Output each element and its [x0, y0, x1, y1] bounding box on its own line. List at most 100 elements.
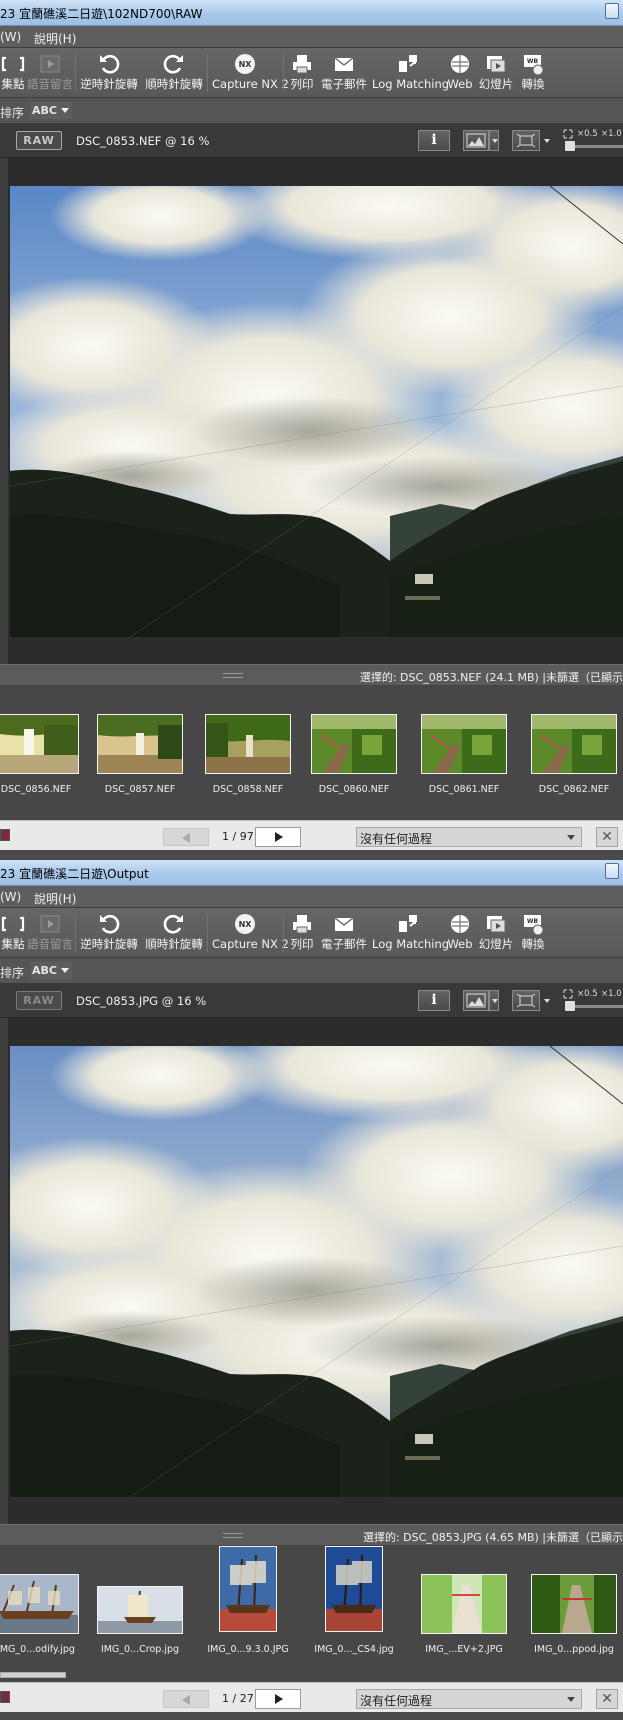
bracket-icon	[1, 912, 25, 936]
toolbar-button-capture-nx[interactable]: NX Capture NX 2	[212, 52, 289, 96]
previous-button[interactable]	[163, 828, 209, 846]
zoom-thumb[interactable]	[565, 1001, 575, 1011]
close-filmstrip-button[interactable]: ✕	[596, 1689, 618, 1709]
rotate-ccw-icon	[97, 912, 121, 936]
toolbar-button-label: 轉換	[521, 77, 545, 91]
toolbar: 集點 語音留言 逆時針旋轉 順時針旋轉 NX Capture NX 2 列印 電…	[0, 908, 623, 958]
toolbar-button-envelope[interactable]: 電子郵件	[318, 52, 370, 96]
info-button[interactable]: i	[418, 130, 450, 151]
thumbnail-image	[0, 1574, 79, 1634]
toolbar-button-web[interactable]: Web	[446, 912, 474, 956]
toolbar-button-capture-nx[interactable]: NX Capture NX 2	[212, 912, 289, 956]
filter-select[interactable]: 沒有任何過程	[356, 827, 582, 847]
arrow-left-icon	[182, 1695, 190, 1705]
toolbar-button-label: 逆時針旋轉	[80, 937, 138, 951]
menu-item-help[interactable]: 說明(H)	[34, 890, 76, 907]
fit-to-screen-button[interactable]	[512, 130, 540, 151]
rotate-ccw-icon	[97, 52, 121, 76]
image-viewer[interactable]	[8, 158, 623, 664]
thumbnail[interactable]: IMG_0...ppod.jpg	[524, 1574, 623, 1655]
selection-status: 選擇的: DSC_0853.NEF (24.1 MB) |未篩選（已顯示	[359, 671, 623, 684]
histogram-dropdown[interactable]	[489, 990, 499, 1011]
histogram-dropdown[interactable]	[489, 130, 499, 151]
next-button[interactable]	[255, 1689, 301, 1709]
zoom-label-min: ×0.5	[577, 129, 598, 139]
svg-text:WB: WB	[527, 918, 539, 925]
toolbar-button-convert[interactable]: WB 轉換	[518, 912, 548, 956]
toolbar-separator	[75, 914, 76, 952]
label-icon[interactable]	[0, 829, 10, 841]
sort-order-select[interactable]: ABC	[30, 962, 72, 979]
chevron-down-icon[interactable]	[544, 139, 550, 143]
menu-item-window[interactable]: (W)	[0, 30, 21, 44]
thumbnail[interactable]: IMG_0..._CS4.jpg	[304, 1546, 404, 1655]
svg-text:WB: WB	[527, 58, 539, 65]
toolbar-button-play[interactable]: 語音留言	[26, 52, 74, 96]
thumbnail[interactable]: IMG_0...9.3.0.JPG	[198, 1546, 298, 1655]
thumbnail[interactable]: IMG_0...Crop.jpg	[90, 1586, 190, 1655]
next-button[interactable]	[255, 827, 301, 847]
toolbar-button-web[interactable]: Web	[446, 52, 474, 96]
toolbar-button-rotate-cw[interactable]: 順時針旋轉	[142, 52, 206, 96]
toolbar-button-rotate-cw[interactable]: 順時針旋轉	[142, 912, 206, 956]
splitter-grip[interactable]	[223, 673, 243, 678]
zoom-slider[interactable]: ×0.5 ×1.0	[563, 988, 623, 1014]
menu-item-help[interactable]: 說明(H)	[34, 30, 76, 47]
previous-button[interactable]	[163, 1690, 209, 1708]
chevron-down-icon[interactable]	[544, 999, 550, 1003]
raw-badge: RAW	[16, 991, 62, 1010]
toolbar-separator	[75, 54, 76, 92]
toolbar-button-printer[interactable]: 列印	[288, 52, 316, 96]
thumbnail[interactable]: DSC_0862.NEF	[524, 714, 623, 795]
toolbar-button-convert[interactable]: WB 轉換	[518, 52, 548, 96]
toolbar-button-slideshow[interactable]: 幻燈片	[478, 52, 514, 96]
toolbar-button-log-matching[interactable]: Log Matching	[372, 52, 449, 96]
histogram-button[interactable]	[463, 130, 489, 151]
image-viewer[interactable]	[8, 1018, 623, 1524]
thumbnail[interactable]: IMG_0...odify.jpg	[0, 1574, 86, 1655]
toolbar-button-envelope[interactable]: 電子郵件	[318, 912, 370, 956]
chevron-down-icon	[567, 1697, 575, 1702]
toolbar-button-rotate-ccw[interactable]: 逆時針旋轉	[80, 912, 138, 956]
thumbnail[interactable]: IMG_...EV+2.JPG	[414, 1574, 514, 1655]
histogram-button[interactable]	[463, 990, 489, 1011]
rotate-cw-icon	[162, 912, 186, 936]
sort-order-value: ABC	[32, 964, 57, 977]
filmstrip-scrollbar[interactable]	[0, 1672, 66, 1678]
sort-order-select[interactable]: ABC	[30, 102, 72, 119]
thumbnail-filename: DSC_0861.NEF	[428, 784, 500, 795]
menu-item-window[interactable]: (W)	[0, 890, 21, 904]
close-filmstrip-button[interactable]: ✕	[596, 827, 618, 847]
thumbnail[interactable]: DSC_0861.NEF	[414, 714, 514, 795]
zoom-thumb[interactable]	[565, 141, 575, 151]
toolbar-button-rotate-ccw[interactable]: 逆時針旋轉	[80, 52, 138, 96]
thumbnail[interactable]: DSC_0856.NEF	[0, 714, 86, 795]
capture-nx-icon: NX	[233, 912, 257, 936]
left-panel-edge	[0, 1018, 8, 1524]
thumbnail[interactable]: DSC_0860.NEF	[304, 714, 404, 795]
zoom-label-max: ×1.0	[601, 989, 622, 999]
toolbar-button-play[interactable]: 語音留言	[26, 912, 74, 956]
splitter-grip[interactable]	[223, 1533, 243, 1538]
toolbar-button-log-matching[interactable]: Log Matching	[372, 912, 449, 956]
info-button[interactable]: i	[418, 990, 450, 1011]
maximize-button[interactable]	[605, 863, 619, 879]
filter-select[interactable]: 沒有任何過程	[356, 1689, 582, 1709]
capture-nx-icon: NX	[233, 52, 257, 76]
thumbnail-filename: IMG_0...9.3.0.JPG	[207, 1644, 289, 1655]
toolbar-button-label: Web	[447, 937, 473, 951]
toolbar-button-label: 電子郵件	[321, 937, 367, 951]
file-caption: DSC_0853.NEF @ 16 %	[76, 134, 210, 148]
toolbar-button-slideshow[interactable]: 幻燈片	[478, 912, 514, 956]
toolbar-separator	[283, 914, 284, 952]
maximize-button[interactable]	[605, 3, 619, 19]
thumbnail-image	[325, 1546, 383, 1632]
thumbnail[interactable]: DSC_0857.NEF	[90, 714, 190, 795]
fit-screen-icon	[516, 993, 536, 1008]
toolbar-button-printer[interactable]: 列印	[288, 912, 316, 956]
fit-to-screen-button[interactable]	[512, 990, 540, 1011]
zoom-slider[interactable]: ×0.5 ×1.0	[563, 128, 623, 154]
thumbnail[interactable]: DSC_0858.NEF	[198, 714, 298, 795]
sort-bar: 排序 ABC	[0, 958, 623, 984]
label-icon[interactable]	[0, 1691, 10, 1703]
